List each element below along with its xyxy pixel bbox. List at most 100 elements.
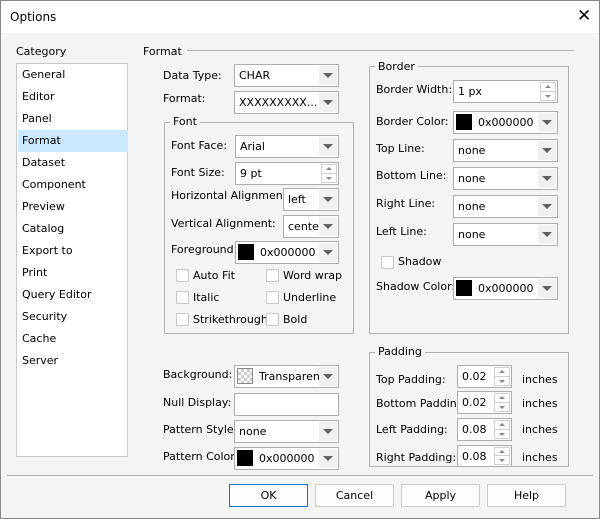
category-item-security[interactable]: Security bbox=[18, 306, 128, 328]
category-item-print[interactable]: Print bbox=[18, 262, 128, 284]
category-item-catalog[interactable]: Catalog bbox=[18, 218, 128, 240]
shadow-color-combo[interactable]: 0x000000 bbox=[453, 277, 558, 300]
apply-button[interactable]: Apply bbox=[401, 484, 480, 507]
spin-down-icon[interactable] bbox=[494, 429, 510, 439]
ok-button[interactable]: OK bbox=[229, 484, 308, 507]
bottom-padding-label: Bottom Padding: bbox=[376, 397, 468, 410]
bold-label: Bold bbox=[283, 313, 308, 326]
word-wrap-label: Word wrap bbox=[283, 269, 343, 282]
data-type-value: CHAR bbox=[239, 69, 271, 82]
options-dialog: Options ✕ Category General Editor Panel … bbox=[0, 0, 600, 519]
close-icon[interactable]: ✕ bbox=[577, 6, 591, 26]
horizontal-alignment-combo[interactable]: left bbox=[283, 188, 339, 211]
chevron-down-icon[interactable] bbox=[319, 190, 337, 209]
chevron-down-icon[interactable] bbox=[538, 141, 556, 160]
font-size-label: Font Size: bbox=[171, 166, 225, 179]
chevron-down-icon[interactable] bbox=[319, 217, 337, 236]
chevron-down-icon[interactable] bbox=[538, 169, 556, 188]
format-section-title: Format bbox=[143, 45, 182, 58]
spin-down-icon[interactable] bbox=[321, 173, 337, 183]
auto-fit-checkbox[interactable] bbox=[176, 269, 189, 282]
font-face-label: Font Face: bbox=[171, 139, 228, 152]
vertical-alignment-combo[interactable]: center bbox=[283, 215, 339, 238]
left-padding-spinner[interactable]: 0.08 bbox=[457, 418, 512, 441]
top-line-label: Top Line: bbox=[376, 142, 425, 155]
top-padding-label: Top Padding: bbox=[376, 373, 446, 386]
chevron-down-icon[interactable] bbox=[319, 367, 337, 386]
data-type-label: Data Type: bbox=[163, 69, 222, 82]
chevron-down-icon[interactable] bbox=[319, 449, 337, 468]
right-padding-unit: inches bbox=[522, 451, 558, 464]
italic-checkbox[interactable] bbox=[176, 291, 189, 304]
chevron-down-icon[interactable] bbox=[319, 66, 337, 85]
format-divider bbox=[187, 50, 574, 51]
bold-checkbox[interactable] bbox=[266, 313, 279, 326]
format-value: XXXXXXXXX... bbox=[239, 96, 318, 109]
category-item-editor[interactable]: Editor bbox=[18, 86, 128, 108]
left-padding-value: 0.08 bbox=[462, 423, 487, 436]
title-bar: Options ✕ bbox=[1, 1, 599, 33]
background-combo[interactable]: Transparent bbox=[234, 365, 339, 388]
pattern-style-combo[interactable]: none bbox=[234, 420, 339, 443]
spin-down-icon[interactable] bbox=[494, 376, 510, 386]
category-item-cache[interactable]: Cache bbox=[18, 328, 128, 350]
spin-down-icon[interactable] bbox=[494, 455, 510, 465]
foreground-color-combo[interactable]: 0x000000 bbox=[235, 241, 339, 264]
font-face-combo[interactable]: Arial bbox=[235, 135, 339, 158]
format-combo[interactable]: XXXXXXXXX... bbox=[234, 91, 339, 114]
bottom-padding-spinner[interactable]: 0.02 bbox=[457, 391, 512, 414]
shadow-color-value: 0x000000 bbox=[478, 282, 534, 295]
bottom-padding-value: 0.02 bbox=[462, 396, 487, 409]
border-width-spinner[interactable]: 1 px bbox=[453, 80, 558, 103]
top-padding-spinner[interactable]: 0.02 bbox=[457, 365, 512, 388]
underline-checkbox[interactable] bbox=[266, 291, 279, 304]
bottom-padding-unit: inches bbox=[522, 397, 558, 410]
shadow-checkbox[interactable] bbox=[381, 256, 394, 269]
right-padding-spinner[interactable]: 0.08 bbox=[457, 445, 512, 467]
strikethrough-checkbox[interactable] bbox=[176, 313, 189, 326]
help-button[interactable]: Help bbox=[487, 484, 566, 507]
background-value: Transparent bbox=[259, 370, 325, 383]
category-item-query-editor[interactable]: Query Editor bbox=[18, 284, 128, 306]
category-item-component[interactable]: Component bbox=[18, 174, 128, 196]
category-item-export-to[interactable]: Export to bbox=[18, 240, 128, 262]
border-width-value: 1 px bbox=[458, 85, 482, 98]
left-line-label: Left Line: bbox=[376, 225, 427, 238]
shadow-color-label: Shadow Color: bbox=[376, 280, 456, 293]
null-display-input[interactable] bbox=[234, 393, 339, 416]
pattern-color-combo[interactable]: 0x000000 bbox=[234, 447, 339, 470]
font-size-value: 9 pt bbox=[240, 167, 262, 180]
chevron-down-icon[interactable] bbox=[538, 279, 556, 298]
right-line-value: none bbox=[458, 200, 486, 213]
word-wrap-checkbox[interactable] bbox=[266, 269, 279, 282]
category-item-dataset[interactable]: Dataset bbox=[18, 152, 128, 174]
chevron-down-icon[interactable] bbox=[538, 197, 556, 216]
chevron-down-icon[interactable] bbox=[319, 93, 337, 112]
top-line-combo[interactable]: none bbox=[453, 139, 558, 162]
spin-down-icon[interactable] bbox=[540, 91, 556, 101]
cancel-button[interactable]: Cancel bbox=[315, 484, 394, 507]
data-type-combo[interactable]: CHAR bbox=[234, 64, 339, 87]
left-line-value: none bbox=[458, 228, 486, 241]
chevron-down-icon[interactable] bbox=[538, 225, 556, 244]
chevron-down-icon[interactable] bbox=[319, 422, 337, 441]
chevron-down-icon[interactable] bbox=[319, 137, 337, 156]
right-line-label: Right Line: bbox=[376, 197, 436, 210]
top-padding-unit: inches bbox=[522, 373, 558, 386]
spin-down-icon[interactable] bbox=[494, 402, 510, 412]
right-line-combo[interactable]: none bbox=[453, 195, 558, 218]
bottom-line-combo[interactable]: none bbox=[453, 167, 558, 190]
category-list[interactable]: General Editor Panel Format Dataset Comp… bbox=[16, 63, 128, 457]
chevron-down-icon[interactable] bbox=[319, 243, 337, 262]
color-swatch bbox=[456, 280, 472, 296]
border-color-combo[interactable]: 0x000000 bbox=[453, 111, 558, 134]
font-size-spinner[interactable]: 9 pt bbox=[235, 162, 339, 185]
category-item-general[interactable]: General bbox=[18, 64, 128, 86]
bottom-line-value: none bbox=[458, 172, 486, 185]
chevron-down-icon[interactable] bbox=[538, 113, 556, 132]
category-item-panel[interactable]: Panel bbox=[18, 108, 128, 130]
category-item-preview[interactable]: Preview bbox=[18, 196, 128, 218]
category-item-server[interactable]: Server bbox=[18, 350, 128, 372]
category-item-format[interactable]: Format bbox=[18, 130, 128, 152]
left-line-combo[interactable]: none bbox=[453, 223, 558, 246]
